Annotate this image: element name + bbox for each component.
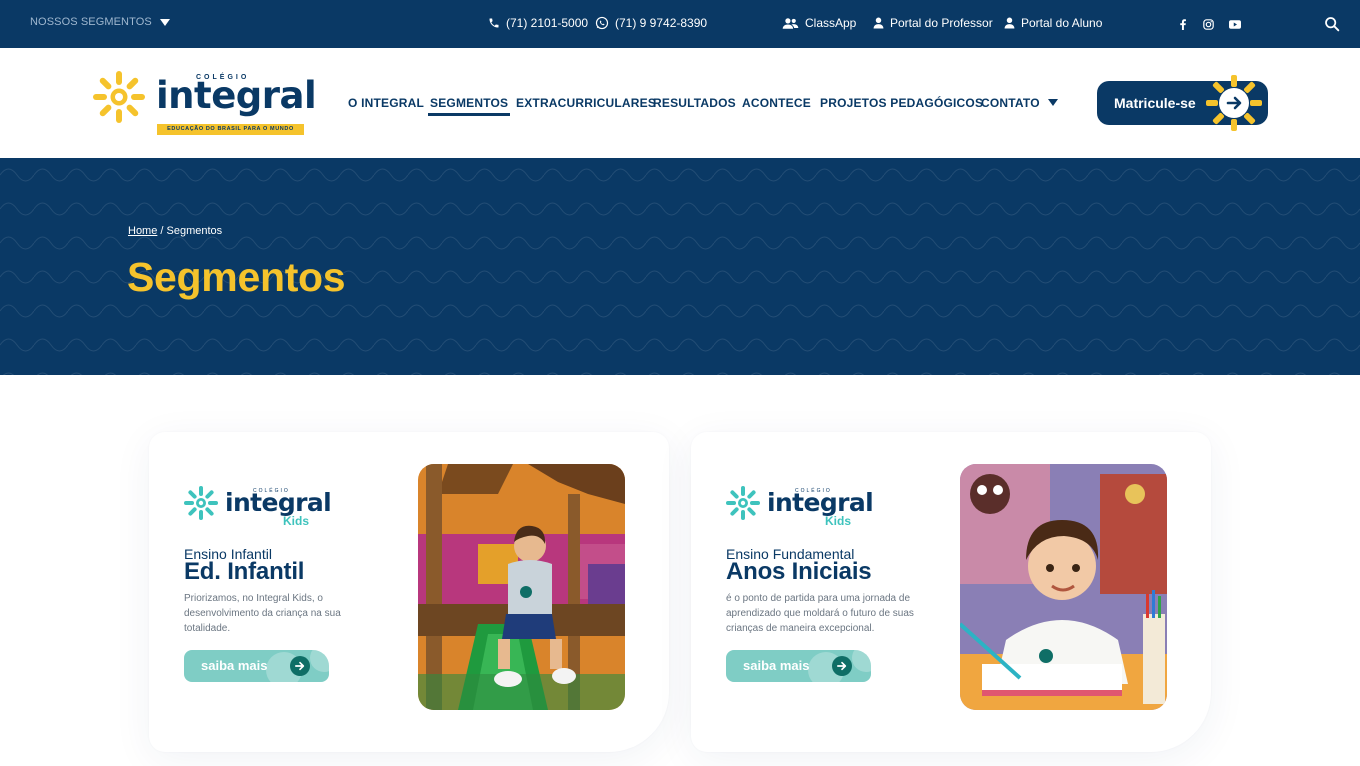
saiba-mais-label: saiba mais <box>743 658 810 673</box>
nav-projetos-pedagogicos[interactable]: PROJETOS PEDAGÓGICOS <box>820 96 983 116</box>
segment-title: Anos Iniciais <box>726 558 872 585</box>
kids-logo-wordmark: integral <box>767 488 874 517</box>
integral-kids-logo: COLÉGIO integral Kids <box>183 484 333 530</box>
snowflake-logo-icon <box>726 486 760 520</box>
breadcrumb-current: Segmentos <box>166 225 223 237</box>
nav-extracurriculares[interactable]: EXTRACURRICULARES <box>516 96 656 116</box>
snowflake-logo-icon <box>184 486 218 520</box>
search-icon[interactable] <box>1324 16 1340 37</box>
phone-icon <box>489 18 499 28</box>
saiba-mais-label: saiba mais <box>201 658 268 673</box>
portal-aluno-link[interactable]: Portal do Aluno <box>1004 16 1102 30</box>
main-header: COLÉGIO integral EDUCAÇÃO DO BRASIL PARA… <box>0 48 1360 158</box>
breadcrumb-separator: / <box>157 225 167 237</box>
logo-wordmark: integral <box>156 74 317 117</box>
segment-description: é o ponto de partida para uma jornada de… <box>726 593 914 634</box>
arrow-right-icon <box>832 656 852 676</box>
youtube-icon[interactable] <box>1228 17 1242 31</box>
nav-o-integral[interactable]: O INTEGRAL <box>348 96 424 116</box>
kids-logo-wordmark: integral <box>225 488 332 517</box>
nav-segmentos[interactable]: SEGMENTOS <box>427 96 511 116</box>
phone-number: (71) 2101-5000 <box>506 16 589 30</box>
saiba-mais-button[interactable]: saiba mais <box>184 650 329 682</box>
phone-link[interactable]: (71) 2101-5000 <box>488 16 588 30</box>
saiba-mais-button[interactable]: saiba mais <box>726 650 871 682</box>
user-icon <box>873 17 884 29</box>
segment-card-anos-iniciais: COLÉGIO integral Kids Ensino Fundamental… <box>691 432 1211 752</box>
logo-tagline: EDUCAÇÃO DO BRASIL PARA O MUNDO <box>157 124 304 135</box>
segment-card-ed-infantil: COLÉGIO integral Kids Ensino Infantil Ed… <box>149 432 669 752</box>
arrow-right-icon <box>1206 75 1262 131</box>
segments-dropdown-label: NOSSOS SEGMENTOS <box>30 16 152 28</box>
site-logo[interactable]: COLÉGIO integral EDUCAÇÃO DO BRASIL PARA… <box>92 70 317 138</box>
kids-logo-sub: Kids <box>825 514 852 528</box>
caret-down-icon <box>159 18 170 26</box>
whatsapp-icon <box>595 16 609 30</box>
nav-contato[interactable]: CONTATO <box>981 96 1058 116</box>
whatsapp-number: (71) 9 9742-8390 <box>615 16 708 30</box>
matricule-se-button[interactable]: Matricule-se <box>1097 75 1268 131</box>
page-title: Segmentos <box>127 254 346 300</box>
kids-logo-sub: Kids <box>283 514 310 528</box>
arrow-right-icon <box>290 656 310 676</box>
breadcrumb: Home / Segmentos <box>128 225 222 237</box>
matricule-se-label: Matricule-se <box>1114 95 1196 111</box>
segment-description: Priorizamos, no Integral Kids, o desenvo… <box>184 593 341 634</box>
segments-dropdown[interactable]: NOSSOS SEGMENTOS <box>30 16 170 28</box>
classapp-label: ClassApp <box>805 16 857 30</box>
page-hero: Home / Segmentos Segmentos <box>0 158 1360 375</box>
nav-contato-label: CONTATO <box>981 96 1040 110</box>
classapp-link[interactable]: ClassApp <box>782 16 856 30</box>
integral-kids-logo: COLÉGIO integral Kids <box>725 484 875 530</box>
segment-title: Ed. Infantil <box>184 558 305 585</box>
child-drawing-photo <box>960 464 1167 710</box>
instagram-icon[interactable] <box>1201 17 1215 31</box>
portal-professor-label: Portal do Professor <box>890 16 993 30</box>
portal-aluno-label: Portal do Aluno <box>1021 16 1103 30</box>
user-icon <box>1004 17 1015 29</box>
whatsapp-link[interactable]: (71) 9 9742-8390 <box>595 16 707 30</box>
top-bar: NOSSOS SEGMENTOS (71) 2101-5000 (71) 9 9… <box>0 0 1360 48</box>
child-on-slide-photo <box>418 464 625 710</box>
nav-resultados[interactable]: RESULTADOS <box>653 96 736 116</box>
nav-acontece[interactable]: ACONTECE <box>742 96 811 116</box>
users-icon <box>782 17 799 29</box>
breadcrumb-home-link[interactable]: Home <box>128 225 157 237</box>
facebook-icon[interactable] <box>1176 17 1190 31</box>
sun-logo-icon <box>93 71 145 123</box>
caret-down-icon <box>1047 99 1058 106</box>
portal-professor-link[interactable]: Portal do Professor <box>873 16 993 30</box>
